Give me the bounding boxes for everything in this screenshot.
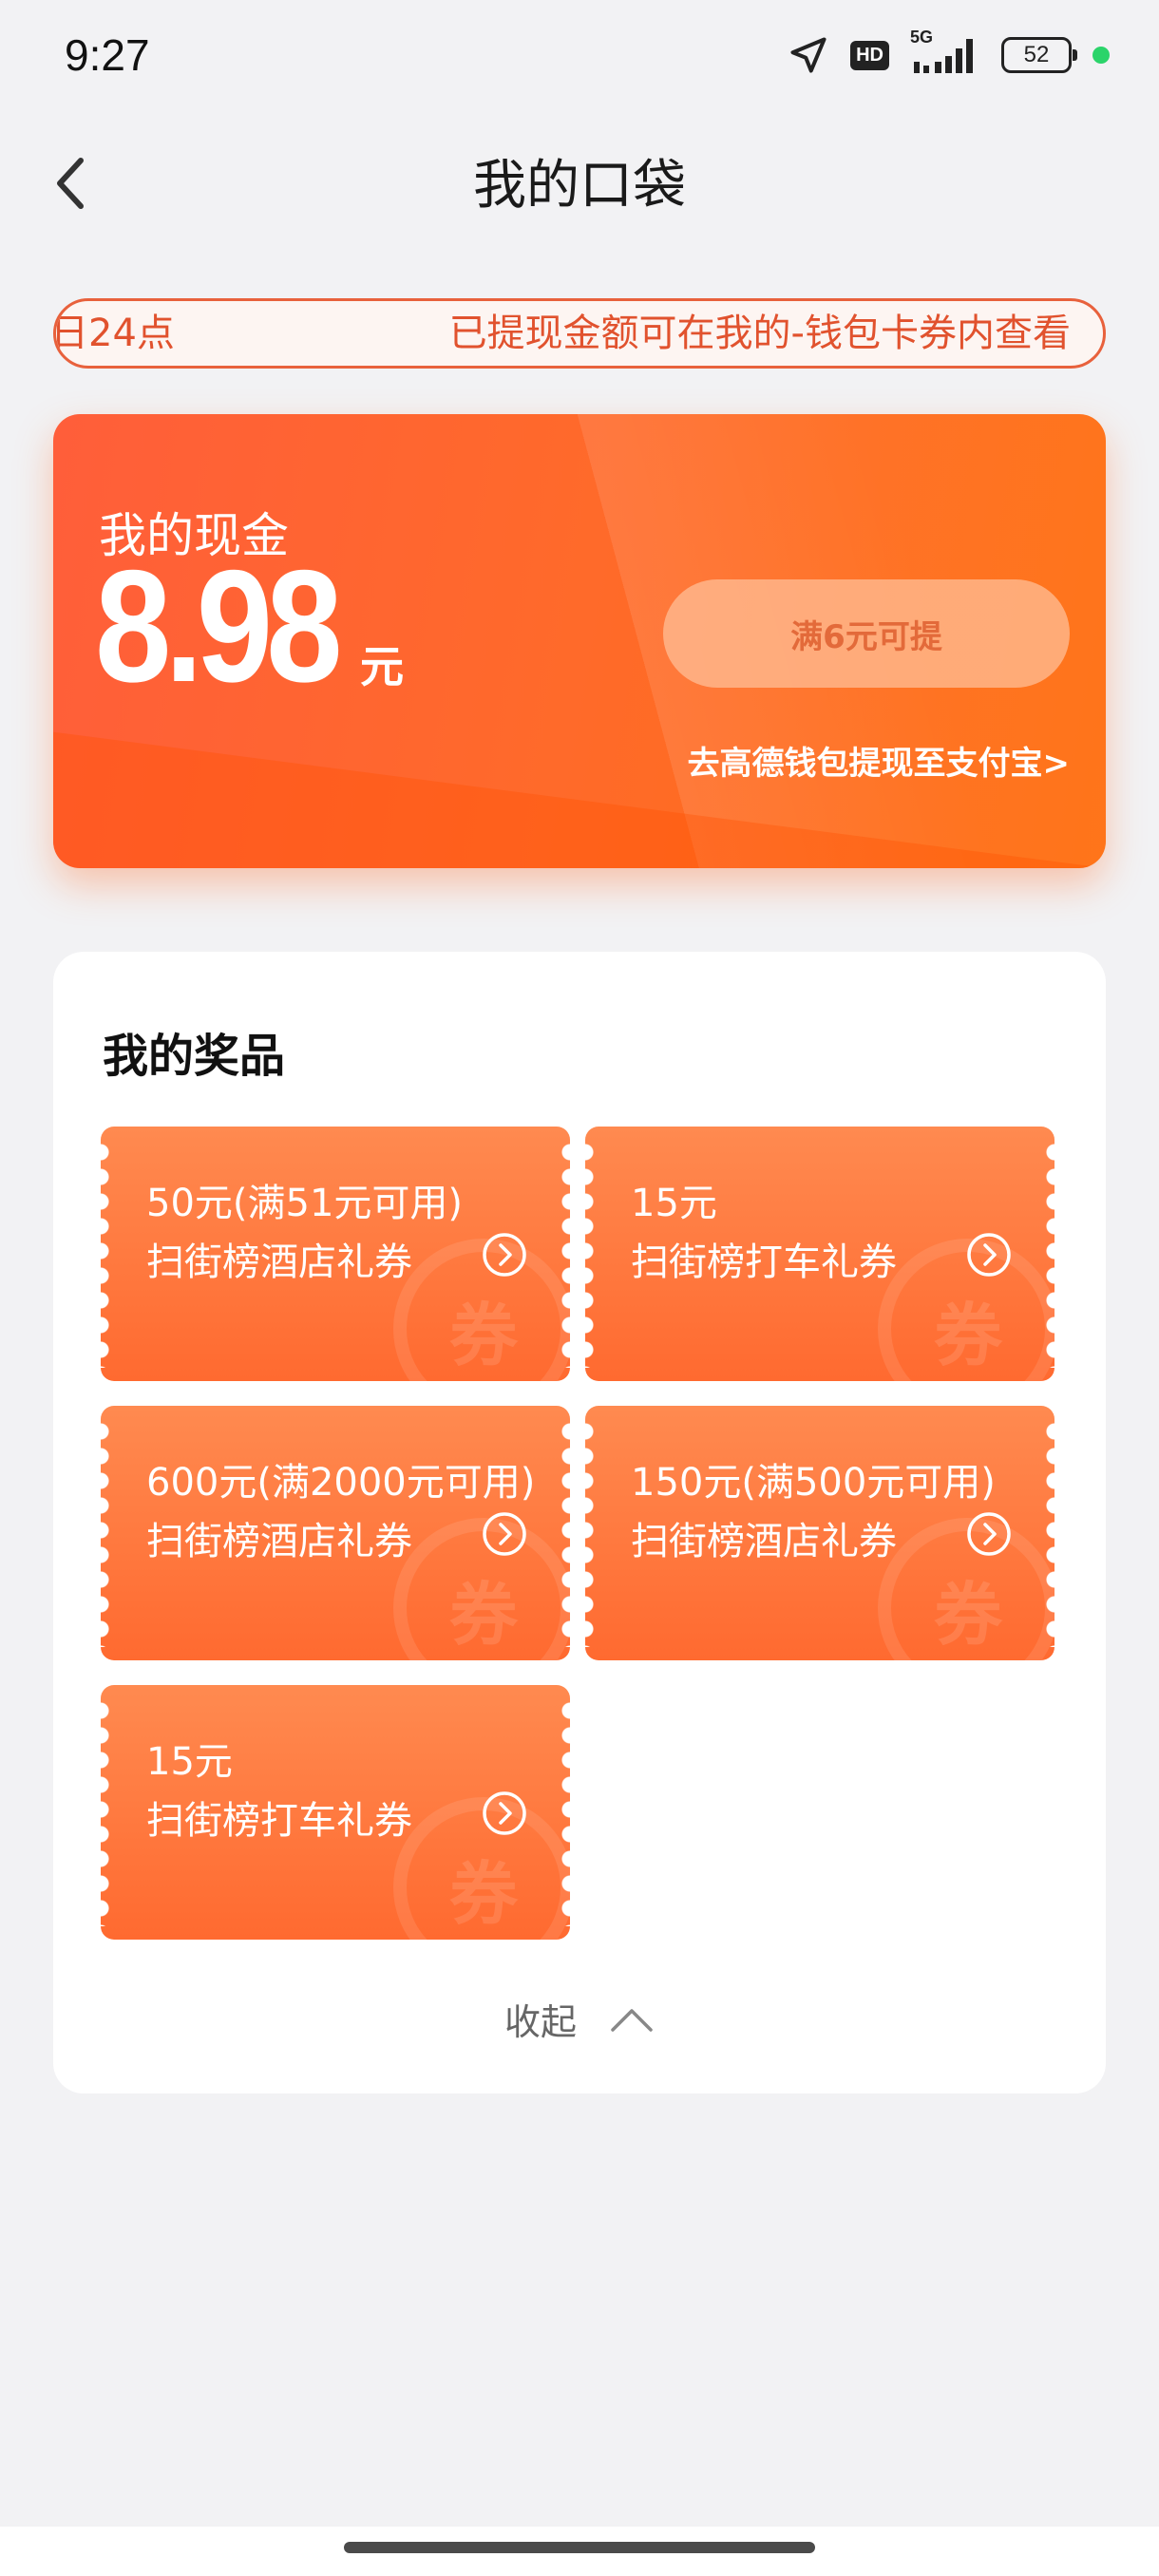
chevron-right-circle-icon[interactable] [481, 1231, 528, 1279]
coupon-name: 扫街榜酒店礼券 [146, 1241, 412, 1284]
coupon-card[interactable]: 券 600元(满2000元可用) 扫街榜酒店礼券 [101, 1406, 570, 1660]
coupon-amount: 600元(满2000元可用) [146, 1461, 536, 1505]
coupon-amount: 150元(满500元可用) [631, 1461, 996, 1505]
coupon-card[interactable]: 券 15元 扫街榜打车礼券 [101, 1685, 570, 1940]
coupon-name: 扫街榜酒店礼券 [146, 1520, 412, 1563]
chevron-up-icon [611, 2008, 653, 2032]
coupon-name: 扫街榜打车礼券 [631, 1241, 897, 1284]
cash-amount-group: 8.98 元 [95, 537, 404, 715]
coupon-notch-left [101, 1419, 109, 1647]
withdraw-button[interactable]: 满6元可提 [663, 579, 1070, 688]
notice-text-left: 日24点 [53, 312, 175, 355]
notice-marquee: 日24点 已提现金额可在我的-钱包卡券内查看 [53, 298, 1106, 369]
coupon-card[interactable]: 券 15元 扫街榜打车礼券 [585, 1127, 1054, 1381]
cash-unit: 元 [359, 641, 404, 692]
chevron-right-circle-icon[interactable] [481, 1790, 528, 1837]
chevron-right-circle-icon[interactable] [965, 1510, 1013, 1558]
page-title: 我的口袋 [473, 154, 686, 217]
wallet-withdraw-link[interactable]: 去高德钱包提现至支付宝> [688, 737, 1071, 784]
prizes-panel: 我的奖品 券 50元(满51元可用) 扫街榜酒店礼券 券 15元 扫街榜打车礼券… [53, 952, 1106, 2093]
coupon-notch-left [585, 1140, 594, 1368]
coupon-card[interactable]: 券 50元(满51元可用) 扫街榜酒店礼券 [101, 1127, 570, 1381]
nav-bar: 我的口袋 [0, 123, 1159, 237]
coupon-amount: 15元 [146, 1740, 233, 1784]
collapse-button[interactable]: 收起 [53, 1993, 1106, 2045]
notice-text-right: 已提现金额可在我的-钱包卡券内查看 [448, 312, 1071, 355]
hd-badge-icon: HD [850, 40, 889, 70]
status-bar: 9:27 HD 5G 52 [0, 0, 1159, 110]
camera-dot-icon [1092, 47, 1110, 64]
status-time: 9:27 [65, 30, 150, 80]
signal-icon: 5G [910, 28, 980, 77]
coupon-amount: 50元(满51元可用) [146, 1182, 464, 1225]
chevron-left-icon [50, 155, 92, 216]
chevron-right-circle-icon[interactable] [481, 1510, 528, 1558]
back-button[interactable] [38, 152, 104, 218]
coupon-notch-left [101, 1140, 109, 1368]
status-icons: HD 5G 52 [788, 28, 1110, 77]
coupon-name: 扫街榜打车礼券 [146, 1799, 412, 1843]
coupon-amount: 15元 [631, 1182, 717, 1225]
cash-card: 我的现金 8.98 元 满6元可提 去高德钱包提现至支付宝> [53, 414, 1106, 868]
collapse-label: 收起 [504, 2001, 577, 2043]
prizes-title: 我的奖品 [103, 1030, 286, 1083]
coupon-name: 扫街榜酒店礼券 [631, 1520, 897, 1563]
coupon-notch-left [585, 1419, 594, 1647]
chevron-right-circle-icon[interactable] [965, 1231, 1013, 1279]
coupon-card[interactable]: 券 150元(满500元可用) 扫街榜酒店礼券 [585, 1406, 1054, 1660]
battery-icon: 52 [1001, 37, 1077, 73]
coupon-notch-left [101, 1698, 109, 1926]
battery-level: 52 [1023, 42, 1050, 67]
location-arrow-icon [788, 34, 829, 76]
home-indicator[interactable] [344, 2542, 815, 2553]
cash-amount: 8.98 [95, 537, 343, 715]
